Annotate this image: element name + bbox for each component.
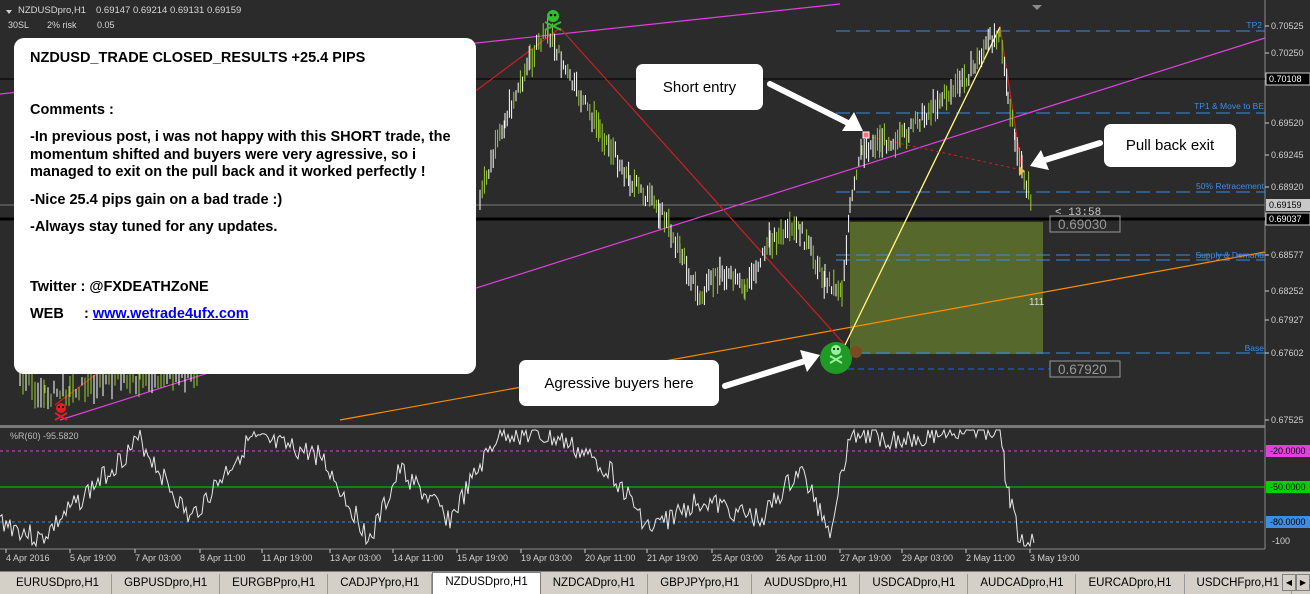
tab-list: EURUSDpro,H1 GBPUSDpro,H1 EURGBPpro,H1 CADJ… — [0, 572, 1310, 594]
time-tick-label: 21 Apr 19:00 — [647, 553, 698, 563]
time-tick-label: 7 Apr 03:00 — [135, 553, 181, 563]
time-tick-label: 26 Apr 11:00 — [776, 553, 826, 563]
time-tick-label: 5 Apr 19:00 — [70, 553, 116, 563]
callout-short-entry: Short entry — [636, 64, 763, 110]
panel-risk: 2% risk — [47, 20, 77, 30]
price-tick-label: 0.68920 — [1271, 182, 1304, 192]
price-tick-label: 0.67602 — [1271, 348, 1304, 358]
price-tick-label: 0.67927 — [1271, 315, 1304, 325]
tab-usdcadpro-h1[interactable]: USDCADpro,H1 — [860, 574, 969, 594]
note-comment-3: -Always stay tuned for any updates. — [30, 219, 278, 235]
price-tag-2-text: 0.69159 — [1269, 200, 1302, 210]
time-tick-label: 27 Apr 19:00 — [840, 553, 891, 563]
callout-buyers: Agressive buyers here — [519, 360, 719, 406]
price-tick-label: 0.70250 — [1271, 48, 1304, 58]
price-tick-label: 0.68252 — [1271, 286, 1304, 296]
time-tick-label: 2 May 11:00 — [966, 553, 1015, 563]
note-twitter: Twitter : @FXDEATHZoNE — [30, 278, 209, 295]
price-tag-1-text: 0.70108 — [1269, 74, 1302, 84]
wpr-tag-3-text: -80.0000 — [1270, 517, 1306, 527]
tab-audusdpro-h1[interactable]: AUDUSDpro,H1 — [752, 574, 861, 594]
time-tick-label: 25 Apr 03:00 — [712, 553, 763, 563]
panel-sl: 30SL — [8, 20, 29, 30]
tp1-label: TP1 & Move to BE — [1194, 101, 1264, 111]
tab-usdchfpro-h1[interactable]: USDCHFpro,H1 — [1184, 574, 1292, 594]
symbol-tab-bar: EURUSDpro,H1 GBPUSDpro,H1 EURGBPpro,H1 CADJ… — [0, 571, 1310, 594]
base-label: Base — [1245, 343, 1265, 353]
price-tick-label: 0.67525 — [1271, 415, 1304, 425]
tab-nzdcadpro-h1[interactable]: NZDCADpro,H1 — [540, 574, 649, 594]
time-tick-label: 15 Apr 19:00 — [457, 553, 508, 563]
tab-eurusdpro-h1[interactable]: EURUSDpro,H1 — [4, 574, 113, 594]
tab-audcadpro-h1[interactable]: AUDCADpro,H1 — [968, 574, 1077, 594]
note-web-label: WEB : — [30, 306, 93, 322]
supply-label: Supply & Demand — [1195, 250, 1264, 260]
trade-zone-box — [850, 222, 1043, 354]
note-comments-heading: Comments : — [30, 101, 114, 118]
callout-pull-back: Pull back exit — [1104, 124, 1236, 167]
note-comment-2: -Nice 25.4 pips gain on a bad trade :) — [30, 191, 283, 208]
tab-nzdusdpro-h1[interactable]: NZDUSDpro,H1 — [432, 572, 541, 594]
note-title: NZDUSD_TRADE CLOSED_RESULTS +25.4 PIPS — [30, 50, 366, 66]
time-tick-label: 3 May 19:00 — [1030, 553, 1080, 563]
entry-marker-icon — [862, 131, 870, 139]
time-tick-label: 13 Apr 03:00 — [330, 553, 381, 563]
retrace-label: 50% Retracement — [1196, 181, 1265, 191]
tab-gbpusdpro-h1[interactable]: GBPUSDpro,H1 — [112, 574, 221, 594]
wpr-min-label: -100 — [1272, 536, 1290, 546]
chart-title: NZDUSDpro,H1 — [18, 5, 86, 16]
panel-value: 0.05 — [97, 20, 115, 30]
price-tag-3-text: 0.69037 — [1269, 214, 1302, 224]
time-tick-label: 14 Apr 11:00 — [393, 553, 443, 563]
trade-note: NZDUSD_TRADE CLOSED_RESULTS +25.4 PIPS C… — [14, 38, 476, 374]
wpr-tag-2-text: -50.0000 — [1270, 482, 1306, 492]
time-tick-label: 4 Apr 2016 — [6, 553, 50, 563]
indicator-separator[interactable] — [0, 425, 1265, 428]
price-tick-label: 0.69520 — [1271, 118, 1304, 128]
tab-scroll-right-icon[interactable]: ▶ — [1296, 574, 1310, 591]
time-tick-label: 20 Apr 11:00 — [585, 553, 635, 563]
note-web-link[interactable]: www.wetrade4ufx.com — [93, 306, 249, 322]
tab-scroll-left-icon[interactable]: ◀ — [1282, 574, 1296, 591]
box-bottom-price: 0.67920 — [1058, 362, 1107, 377]
ohlc-values: 0.69147 0.69214 0.69131 0.69159 — [96, 5, 241, 16]
tab-eurgbppro-h1[interactable]: EURGBPpro,H1 — [220, 574, 329, 594]
bar-count-label: 111 — [1029, 297, 1045, 308]
note-comment-1: -In previous post, i was not happy with … — [30, 129, 451, 180]
time-tick-label: 11 Apr 19:00 — [262, 553, 312, 563]
price-tick-label: 0.70525 — [1271, 21, 1304, 31]
time-tick-label: 19 Apr 03:00 — [521, 553, 572, 563]
note-web: WEB : www.wetrade4ufx.com — [30, 306, 460, 324]
wpr-tag-1-text: -20.0000 — [1270, 446, 1306, 456]
box-top-price: 0.69030 — [1058, 217, 1107, 232]
tab-scroll-controls: ◀ ▶ — [1282, 574, 1310, 591]
price-tick-label: 0.68577 — [1271, 250, 1304, 260]
time-tick-label: 29 Apr 03:00 — [902, 553, 953, 563]
tab-eurcadpro-h1[interactable]: EURCADpro,H1 — [1076, 574, 1185, 594]
indicator-label: %R(60) -95.5820 — [10, 431, 79, 441]
tp2-label: TP2 — [1246, 20, 1262, 30]
time-tick-label: 8 Apr 11:00 — [200, 553, 245, 563]
price-tick-label: 0.69245 — [1271, 150, 1304, 160]
tab-gbpjpypro-h1[interactable]: GBPJPYpro,H1 — [648, 574, 753, 594]
tab-cadjpypro-h1[interactable]: CADJPYpro,H1 — [328, 574, 433, 594]
